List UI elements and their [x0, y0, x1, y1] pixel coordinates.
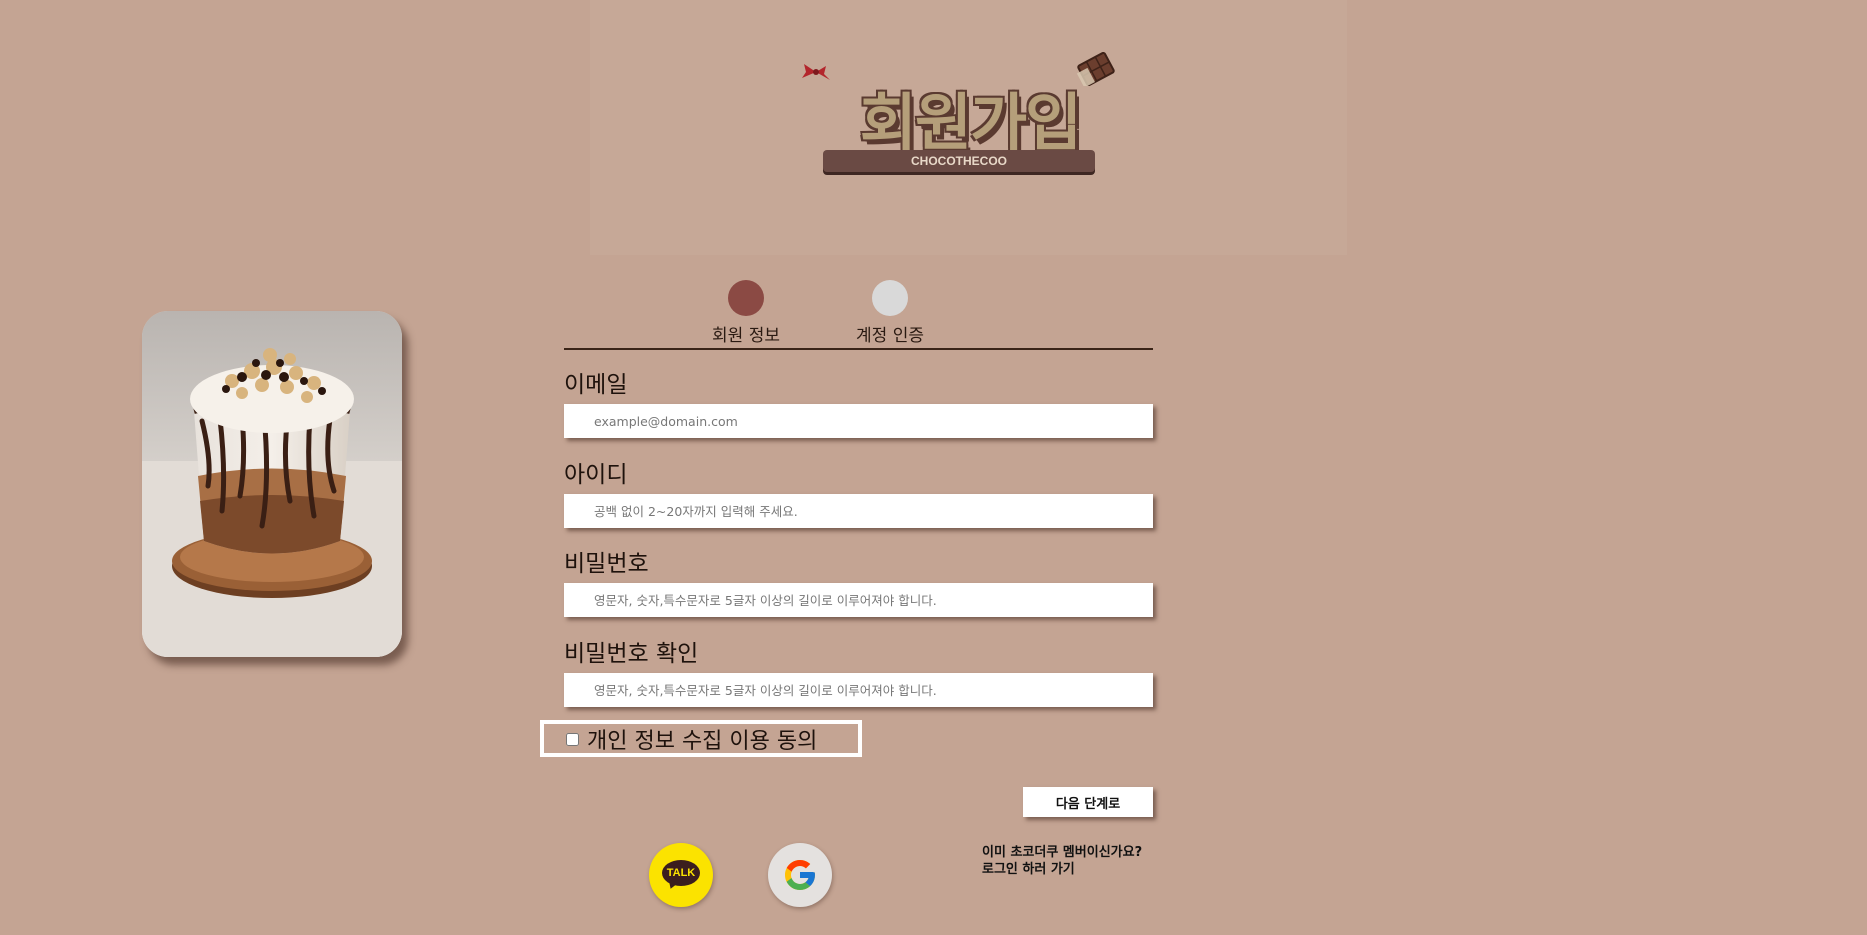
step-indicator-active — [728, 280, 764, 316]
login-link-question: 이미 초코더쿠 멤버이신가요? — [982, 845, 1143, 860]
logo-title: 회원가입 — [859, 86, 1082, 159]
dessert-photo — [142, 311, 402, 657]
privacy-consent-checkbox[interactable] — [566, 733, 579, 746]
step-member-info: 회원 정보 — [686, 280, 806, 346]
step-label: 계정 인증 — [856, 326, 924, 346]
password-confirm-field[interactable] — [564, 673, 1153, 707]
google-login-button[interactable] — [768, 843, 832, 907]
ribbon-icon — [802, 64, 830, 80]
signup-steps: 회원 정보 계정 인증 — [564, 280, 1153, 350]
password-confirm-label: 비밀번호 확인 — [564, 641, 699, 667]
login-link-action: 로그인 하러 가기 — [982, 862, 1075, 877]
kakao-login-button[interactable]: TALK — [649, 843, 713, 907]
privacy-consent: 개인 정보 수집 이용 동의 — [540, 720, 862, 757]
chocolate-bar-icon — [1076, 52, 1115, 86]
step-label: 회원 정보 — [712, 326, 780, 346]
email-label: 이메일 — [564, 372, 628, 398]
login-link[interactable]: 이미 초코더쿠 멤버이신가요? 로그인 하러 가기 — [982, 844, 1142, 878]
user-id-field[interactable] — [564, 494, 1153, 528]
user-id-label: 아이디 — [564, 462, 628, 488]
step-indicator-inactive — [872, 280, 908, 316]
step-account-verify: 계정 인증 — [830, 280, 950, 346]
signup-logo: 회원가입 CHOCOTHECOO — [800, 50, 1130, 180]
google-g-icon — [785, 860, 815, 890]
logo-subtitle-banner: CHOCOTHECOO — [823, 150, 1095, 172]
chocolate-latte-image — [142, 311, 402, 657]
privacy-consent-label: 개인 정보 수집 이용 동의 — [587, 728, 818, 754]
next-step-button[interactable]: 다음 단계로 — [1023, 787, 1153, 817]
password-field[interactable] — [564, 583, 1153, 617]
password-label: 비밀번호 — [564, 551, 649, 577]
email-field[interactable] — [564, 404, 1153, 438]
